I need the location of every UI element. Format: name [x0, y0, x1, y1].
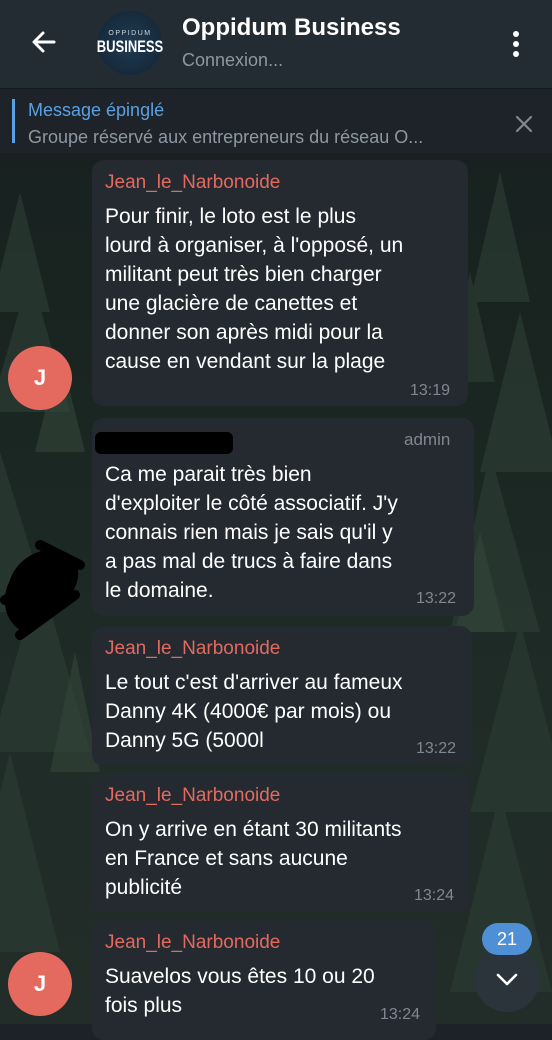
redacted-avatar: [0, 540, 85, 640]
pinned-text: Groupe réservé aux entrepreneurs du rése…: [28, 127, 424, 147]
avatar[interactable]: J: [8, 346, 72, 410]
avatar[interactable]: J: [8, 952, 72, 1016]
logo-bottom-text: BUSINESS: [96, 37, 164, 56]
message-text: On y arrive en étant 30 militants en Fra…: [105, 818, 402, 899]
logo-top-text: OPPIDUM: [108, 30, 152, 37]
scroll-down-button[interactable]: [474, 946, 540, 1012]
message-text: Pour finir, le loto est le plus lourd à …: [105, 205, 404, 373]
chat-header: OPPIDUM BUSINESS Oppidum Business Connex…: [0, 0, 552, 88]
pinned-message-bar[interactable]: Message épinglé Groupe réservé aux entre…: [0, 88, 552, 153]
sender-name[interactable]: Jean_le_Narbonoide: [105, 172, 280, 194]
chat-title[interactable]: Oppidum Business: [182, 14, 401, 42]
pinned-accent-bar: [12, 99, 15, 143]
message-text: Suavelos vous êtes 10 ou 20 fois plus: [105, 965, 375, 1017]
arrow-left-icon[interactable]: [28, 26, 60, 58]
message-text: Ca me parait très bien d'exploiter le cô…: [105, 463, 398, 602]
message-time: 13:24: [414, 887, 455, 904]
admin-badge: admin: [404, 430, 451, 449]
chevron-down-icon: [496, 973, 518, 986]
kebab-menu-icon[interactable]: [504, 28, 528, 60]
message-time: 13:24: [380, 1006, 421, 1023]
message-text: Le tout c'est d'arriver au fameux Danny …: [105, 671, 403, 752]
message-time: 13:22: [416, 590, 457, 607]
unread-count-badge: 21: [482, 923, 532, 955]
message-time: 13:22: [416, 740, 457, 757]
pinned-title: Message épinglé: [28, 100, 165, 120]
sender-name[interactable]: Jean_le_Narbonoide: [105, 932, 280, 954]
sender-name[interactable]: Jean_le_Narbonoide: [105, 638, 280, 660]
redacted-sender-name: [95, 432, 233, 454]
sender-name[interactable]: Jean_le_Narbonoide: [105, 785, 280, 807]
connection-status: Connexion...: [182, 50, 284, 70]
group-avatar[interactable]: OPPIDUM BUSINESS: [96, 11, 164, 75]
message-time: 13:19: [410, 382, 451, 399]
close-icon[interactable]: [514, 114, 534, 134]
